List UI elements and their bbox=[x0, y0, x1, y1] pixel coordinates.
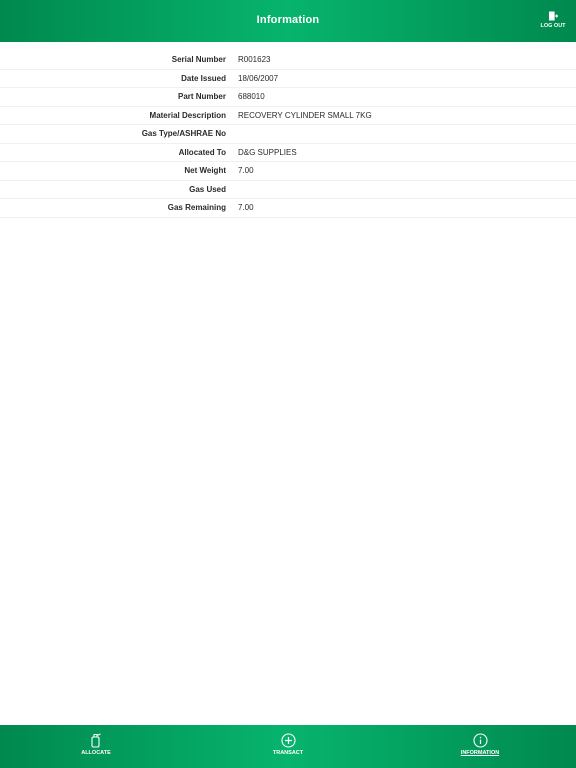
nav-allocate-label: ALLOCATE bbox=[81, 750, 111, 756]
info-value: R001623 bbox=[238, 55, 271, 64]
info-label: Part Number bbox=[177, 92, 226, 101]
info-label: Date Issued bbox=[181, 73, 226, 83]
info-row-allocated-to: Allocated To D&G SUPPLIES bbox=[0, 144, 576, 162]
info-value: 7.00 bbox=[238, 166, 254, 175]
info-row-gas-type: Gas Type/ASHRAE No bbox=[0, 125, 576, 144]
info-row-gas-used: Gas Used bbox=[0, 181, 576, 199]
bottom-nav: ALLOCATE TRANSACT INFORMATION bbox=[0, 725, 576, 768]
info-label: Gas Used bbox=[189, 184, 226, 194]
plus-circle-icon bbox=[248, 733, 328, 748]
info-row-net-weight: Net Weight 7.00 bbox=[0, 162, 576, 181]
header-bar: Information LOG OUT bbox=[0, 0, 576, 42]
nav-transact-button[interactable]: TRANSACT bbox=[248, 733, 328, 756]
info-label: Gas Type/ASHRAE No bbox=[141, 129, 226, 138]
app-root: Information LOG OUT Serial Number R00162… bbox=[0, 0, 576, 768]
nav-allocate-button[interactable]: ALLOCATE bbox=[56, 733, 136, 756]
info-row-gas-remaining: Gas Remaining 7.00 bbox=[0, 199, 576, 218]
info-row-part-number: Part Number 688010 bbox=[0, 88, 576, 107]
page-title: Information bbox=[256, 14, 320, 26]
info-label: Allocated To bbox=[178, 147, 226, 157]
nav-information-button[interactable]: INFORMATION bbox=[440, 733, 520, 756]
info-value: 688010 bbox=[238, 92, 265, 101]
info-row-material-description: Material Description RECOVERY CYLINDER S… bbox=[0, 107, 576, 125]
info-label: Material Description bbox=[149, 110, 226, 120]
cylinder-icon bbox=[56, 733, 136, 748]
info-value: D&G SUPPLIES bbox=[238, 147, 297, 157]
info-label: Net Weight bbox=[184, 166, 226, 175]
info-circle-icon bbox=[440, 733, 520, 748]
info-value: 7.00 bbox=[238, 203, 254, 212]
nav-transact-label: TRANSACT bbox=[272, 750, 304, 756]
info-list: Serial Number R001623 Date Issued 18/06/… bbox=[0, 51, 576, 218]
nav-information-label: INFORMATION bbox=[460, 750, 500, 756]
info-value: 18/06/2007 bbox=[238, 73, 279, 83]
info-row-date-issued: Date Issued 18/06/2007 bbox=[0, 70, 576, 88]
logout-button[interactable]: LOG OUT bbox=[539, 11, 567, 29]
logout-label: LOG OUT bbox=[540, 23, 566, 29]
info-value: RECOVERY CYLINDER SMALL 7KG bbox=[238, 110, 372, 120]
info-label: Serial Number bbox=[171, 55, 226, 64]
info-row-serial-number: Serial Number R001623 bbox=[0, 51, 576, 70]
info-label: Gas Remaining bbox=[167, 203, 226, 212]
logout-icon bbox=[539, 11, 567, 21]
